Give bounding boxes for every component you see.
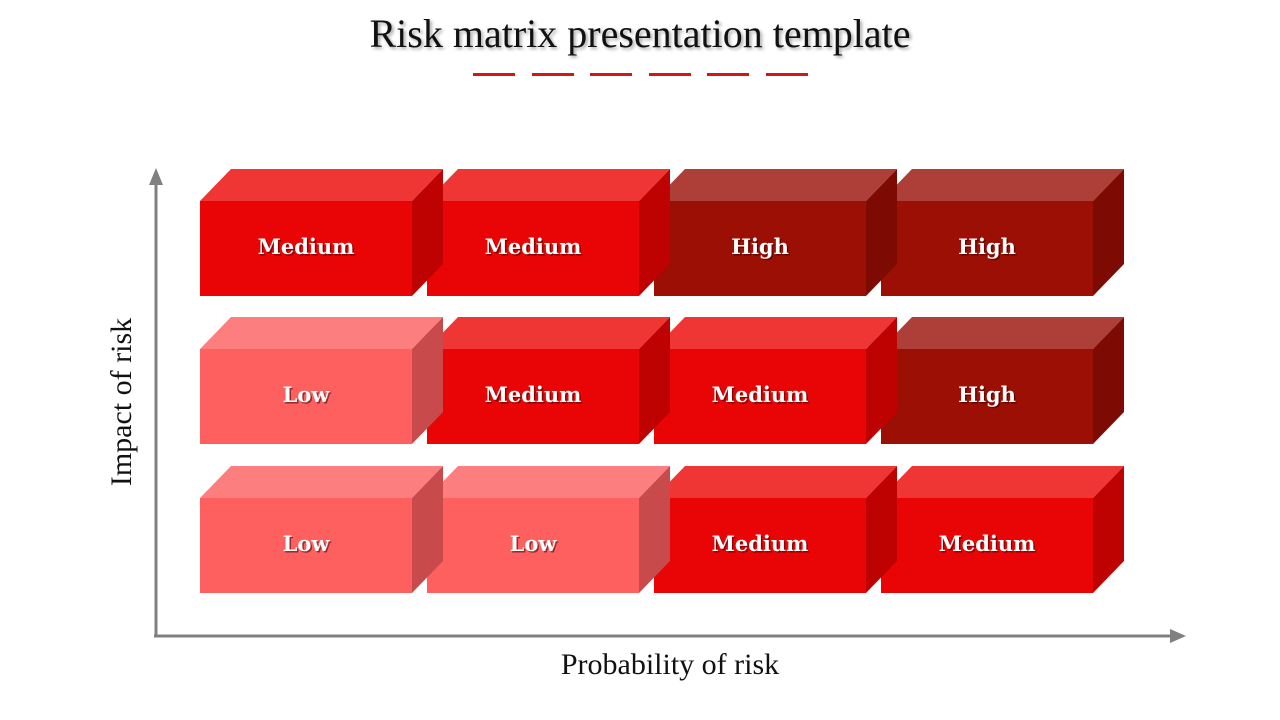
risk-cell-high: HighHigh [881, 317, 1124, 444]
risk-cell-high: HighHigh [654, 169, 897, 296]
block-top-face [427, 169, 670, 201]
risk-cell-medium: MediumMedium [881, 466, 1124, 593]
cell-label: Medium [485, 382, 582, 407]
cell-label: Medium [939, 531, 1036, 556]
cell-label: High [731, 234, 789, 259]
risk-cell-medium: MediumMedium [654, 466, 897, 593]
risk-matrix: HighHighHighHighMediumMediumMediumMedium… [149, 168, 1186, 643]
block-top-face [200, 169, 443, 201]
matrix-cells: HighHighHighHighMediumMediumMediumMedium… [200, 169, 1124, 593]
risk-cell-medium: MediumMedium [654, 317, 897, 444]
block-top-face [881, 317, 1124, 349]
cell-label: Low [510, 531, 558, 556]
block-top-face [654, 169, 897, 201]
matrix-row: MediumMediumMediumMediumLowLowLowLow [200, 466, 1124, 593]
cell-label: Medium [258, 234, 355, 259]
risk-cell-medium: MediumMedium [200, 169, 443, 296]
block-top-face [427, 317, 670, 349]
cell-label: Medium [712, 382, 809, 407]
block-top-face [881, 466, 1124, 498]
block-top-face [427, 466, 670, 498]
risk-cell-medium: MediumMedium [427, 317, 670, 444]
risk-cell-low: LowLow [200, 317, 443, 444]
cell-label: Medium [485, 234, 582, 259]
block-top-face [200, 317, 443, 349]
cell-label: Low [283, 531, 331, 556]
y-axis-label: Impact of risk [105, 317, 138, 487]
x-axis-arrowhead-icon [1170, 629, 1186, 643]
block-top-face [200, 466, 443, 498]
block-top-face [881, 169, 1124, 201]
risk-cell-low: LowLow [200, 466, 443, 593]
matrix-row: HighHighMediumMediumMediumMediumLowLow [200, 317, 1124, 444]
cell-label: High [958, 382, 1016, 407]
block-top-face [654, 466, 897, 498]
block-top-face [654, 317, 897, 349]
cell-label: Low [283, 382, 331, 407]
y-axis-arrowhead-icon [149, 168, 163, 185]
risk-cell-low: LowLow [427, 466, 670, 593]
risk-cell-high: HighHigh [881, 169, 1124, 296]
cell-label: Medium [712, 531, 809, 556]
risk-cell-medium: MediumMedium [427, 169, 670, 296]
cell-label: High [958, 234, 1016, 259]
matrix-row: HighHighHighHighMediumMediumMediumMedium [200, 169, 1124, 296]
x-axis-label: Probability of risk [560, 648, 780, 681]
